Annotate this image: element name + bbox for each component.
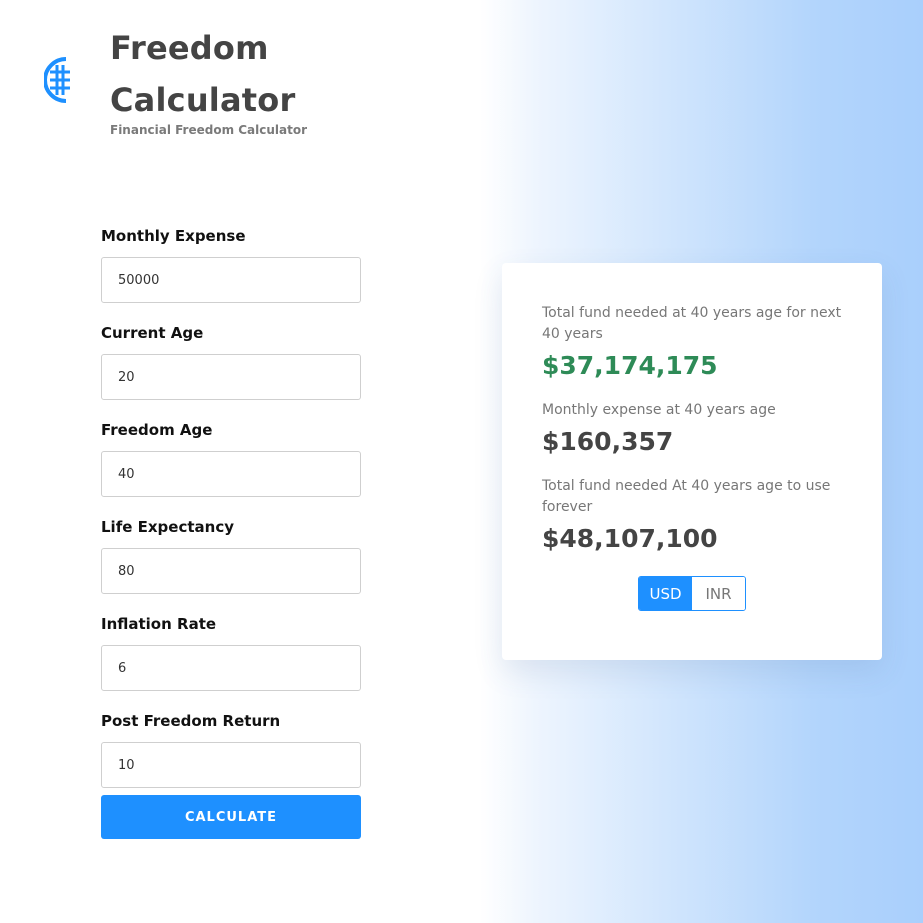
inflation-rate-field: Inflation Rate <box>101 614 361 711</box>
results-card: Total fund needed at 40 years age for ne… <box>502 263 882 660</box>
freedom-age-field: Freedom Age <box>101 420 361 517</box>
monthly-expense-input[interactable] <box>101 257 361 303</box>
inflation-rate-input[interactable] <box>101 645 361 691</box>
post-freedom-return-label: Post Freedom Return <box>101 712 281 730</box>
page-title: Freedom Calculator <box>110 29 296 119</box>
forever-fund-value: $48,107,100 <box>542 524 718 553</box>
freedom-calculator-form: Monthly Expense Current Age Freedom Age … <box>101 226 361 839</box>
monthly-expense-label: Monthly Expense <box>101 227 246 245</box>
rupee-dollar-coin-icon <box>44 57 70 103</box>
inflation-rate-label: Inflation Rate <box>101 615 217 633</box>
currency-toggle: USD INR <box>638 576 746 611</box>
total-fund-value: $37,174,175 <box>542 351 718 380</box>
page-subtitle: Financial Freedom Calculator <box>110 123 308 137</box>
monthly-expense-result-label: Monthly expense at 40 years age <box>542 402 776 418</box>
monthly-expense-field: Monthly Expense <box>101 226 361 323</box>
current-age-input[interactable] <box>101 354 361 400</box>
currency-inr-button[interactable]: INR <box>692 577 745 610</box>
forever-fund-label: Total fund needed At 40 years age to use… <box>542 478 831 515</box>
total-fund-label: Total fund needed at 40 years age for ne… <box>542 305 842 342</box>
freedom-age-label: Freedom Age <box>101 421 213 439</box>
monthly-expense-result-value: $160,357 <box>542 427 674 456</box>
life-expectancy-label: Life Expectancy <box>101 518 234 536</box>
post-freedom-return-field: Post Freedom Return <box>101 711 361 808</box>
current-age-field: Current Age <box>101 323 361 420</box>
life-expectancy-input[interactable] <box>101 548 361 594</box>
calculate-button[interactable]: CALCULATE <box>101 795 361 839</box>
life-expectancy-field: Life Expectancy <box>101 517 361 614</box>
currency-usd-button[interactable]: USD <box>639 577 692 610</box>
current-age-label: Current Age <box>101 324 204 342</box>
freedom-age-input[interactable] <box>101 451 361 497</box>
post-freedom-return-input[interactable] <box>101 742 361 788</box>
